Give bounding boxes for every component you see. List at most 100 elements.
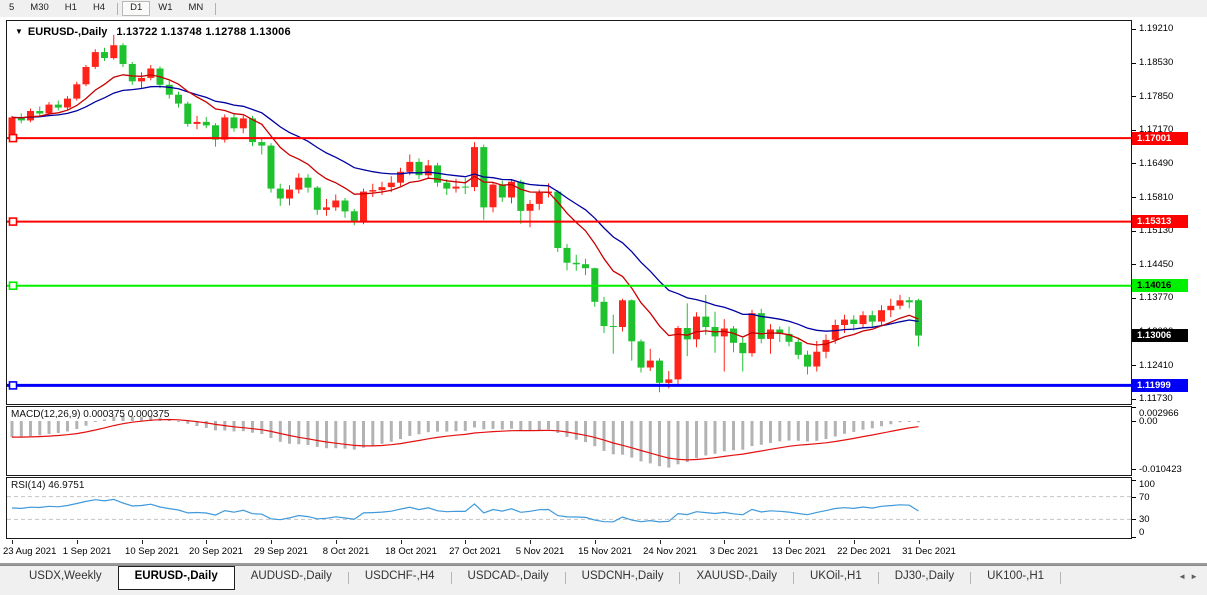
date-label: 31 Dec 2021	[902, 546, 956, 557]
date-label: 3 Dec 2021	[710, 546, 759, 557]
macd-axis-tick	[1132, 407, 1136, 408]
date-label: 24 Nov 2021	[643, 546, 697, 557]
chart-title: ▼EURUSD-,Daily1.13722 1.13748 1.12788 1.…	[15, 26, 291, 38]
rsi-axis-label: 100	[1139, 479, 1155, 490]
rsi-axis-label: 70	[1139, 492, 1150, 503]
price-badge-1.17001: 1.17001	[1132, 132, 1188, 145]
date-label: 13 Dec 2021	[772, 546, 826, 557]
timeframe-button-5[interactable]: 5	[1, 1, 22, 16]
price-axis-tick	[1132, 365, 1136, 366]
macd-histogram	[11, 416, 921, 468]
price-axis-label: 1.19210	[1139, 23, 1173, 34]
date-axis-tick	[595, 540, 596, 544]
price-axis-tick	[1132, 130, 1136, 131]
hline-1.17001-handle[interactable]	[10, 135, 17, 142]
timeframe-button-w1[interactable]: W1	[150, 1, 180, 16]
hline-1.15313-handle[interactable]	[10, 218, 17, 225]
date-label: 22 Dec 2021	[837, 546, 891, 557]
timeframe-toolbar: 5M30H1H4 D1W1MN	[0, 0, 1207, 17]
price-axis-label: 1.16490	[1139, 158, 1173, 169]
timeframe-button-mn[interactable]: MN	[181, 1, 212, 16]
rsi-label: RSI(14) 46.9751	[11, 480, 84, 491]
rsi-axis-label: 0	[1139, 527, 1144, 538]
chart-tabs-bar: USDX,WeeklyEURUSD-,DailyAUDUSD-,DailyUSD…	[0, 565, 1207, 590]
date-label: 10 Sep 2021	[125, 546, 179, 557]
date-axis-tick	[724, 540, 725, 544]
price-axis-tick	[1132, 298, 1136, 299]
price-axis-label: 1.13770	[1139, 292, 1173, 303]
main-chart-canvas[interactable]	[7, 21, 1131, 404]
macd-panel: MACD(12,26,9) 0.000375 0.000375	[6, 406, 1132, 476]
date-axis: 23 Aug 20211 Sep 202110 Sep 202120 Sep 2…	[0, 539, 1207, 563]
price-axis-label: 1.18530	[1139, 57, 1173, 68]
price-axis-label: 1.11730	[1139, 393, 1173, 404]
tab-scroll-left-icon[interactable]: ◄	[1178, 572, 1190, 581]
price-axis-tick	[1132, 163, 1136, 164]
date-label: 29 Sep 2021	[254, 546, 308, 557]
candlesticks	[9, 35, 923, 393]
date-label: 5 Nov 2021	[516, 546, 565, 557]
chart-symbol-label: EURUSD-,Daily	[28, 26, 107, 38]
ma-fast-line	[12, 75, 919, 345]
date-axis-tick	[336, 540, 337, 544]
macd-axis-label: -0.010423	[1139, 464, 1182, 475]
timeframe-button-h1[interactable]: H1	[57, 1, 85, 16]
trading-app-window: 5M30H1H4D1W1MN ▼EURUSD-,Daily1.13722 1.1…	[0, 0, 1207, 595]
price-axis-label: 1.17170	[1139, 124, 1173, 135]
tab-uk100-h1[interactable]: UK100-,H1	[971, 566, 1060, 590]
price-axis-label: 1.12410	[1139, 360, 1173, 371]
hline-1.14016-handle[interactable]	[10, 282, 17, 289]
price-axis-tick	[1132, 29, 1136, 30]
macd-label: MACD(12,26,9) 0.000375 0.000375	[11, 409, 169, 420]
tab-eurusd-daily[interactable]: EURUSD-,Daily	[118, 566, 235, 590]
ma-slow-line	[12, 87, 919, 332]
macd-axis-label: 0.00	[1139, 416, 1158, 427]
timeframe-button-d1[interactable]: D1	[122, 1, 150, 16]
date-axis-tick	[854, 540, 855, 544]
tab-separator	[1060, 572, 1061, 584]
tab-usdcad-daily[interactable]: USDCAD-,Daily	[452, 566, 565, 590]
date-label: 8 Oct 2021	[323, 546, 369, 557]
macd-axis-label: 0.002966	[1139, 408, 1179, 419]
rsi-axis-tick	[1132, 480, 1136, 481]
date-axis-tick	[12, 540, 13, 544]
rsi-canvas[interactable]	[7, 478, 1131, 538]
price-axis-tick	[1132, 231, 1136, 232]
tab-usdx-weekly[interactable]: USDX,Weekly	[13, 566, 118, 590]
date-label: 18 Oct 2021	[385, 546, 437, 557]
tab-ukoil-h1[interactable]: UKOil-,H1	[794, 566, 878, 590]
macd-canvas[interactable]	[7, 407, 1131, 475]
date-axis-tick	[465, 540, 466, 544]
symbol-dropdown-icon[interactable]: ▼	[15, 27, 23, 36]
price-axis-tick	[1132, 399, 1136, 400]
timeframe-button-m30[interactable]: M30	[22, 1, 56, 16]
price-badge-1.15313: 1.15313	[1132, 215, 1188, 228]
tab-usdcnh-daily[interactable]: USDCNH-,Daily	[566, 566, 680, 590]
status-bar	[0, 590, 1207, 595]
tab-scroll-arrows: ◄►	[1178, 572, 1202, 581]
toolbar-separator	[117, 3, 118, 15]
rsi-axis-tick	[1132, 537, 1136, 538]
current-price-badge: 1.13006	[1132, 329, 1188, 342]
tab-xauusd-daily[interactable]: XAUUSD-,Daily	[680, 566, 793, 590]
main-chart-panel: ▼EURUSD-,Daily1.13722 1.13748 1.12788 1.…	[6, 20, 1132, 405]
price-axis-label: 1.17850	[1139, 91, 1173, 102]
rsi-axis-tick	[1132, 497, 1136, 498]
date-axis-tick	[142, 540, 143, 544]
rsi-line	[12, 499, 919, 522]
date-label: 27 Oct 2021	[449, 546, 501, 557]
price-badge-1.14016: 1.14016	[1132, 279, 1188, 292]
date-axis-tick	[401, 540, 402, 544]
rsi-axis-tick	[1132, 519, 1136, 520]
tab-usdchf-h4[interactable]: USDCHF-,H4	[349, 566, 451, 590]
hline-1.11999-handle[interactable]	[10, 382, 17, 389]
timeframe-button-h4[interactable]: H4	[85, 1, 113, 16]
price-axis-label: 1.14450	[1139, 259, 1173, 270]
tab-dj30-daily[interactable]: DJ30-,Daily	[879, 566, 970, 590]
date-axis-tick	[206, 540, 207, 544]
price-axis-tick	[1132, 264, 1136, 265]
date-label: 23 Aug 2021	[3, 546, 56, 557]
tab-scroll-right-icon[interactable]: ►	[1190, 572, 1202, 581]
date-axis-tick	[271, 540, 272, 544]
tab-audusd-daily[interactable]: AUDUSD-,Daily	[235, 566, 348, 590]
